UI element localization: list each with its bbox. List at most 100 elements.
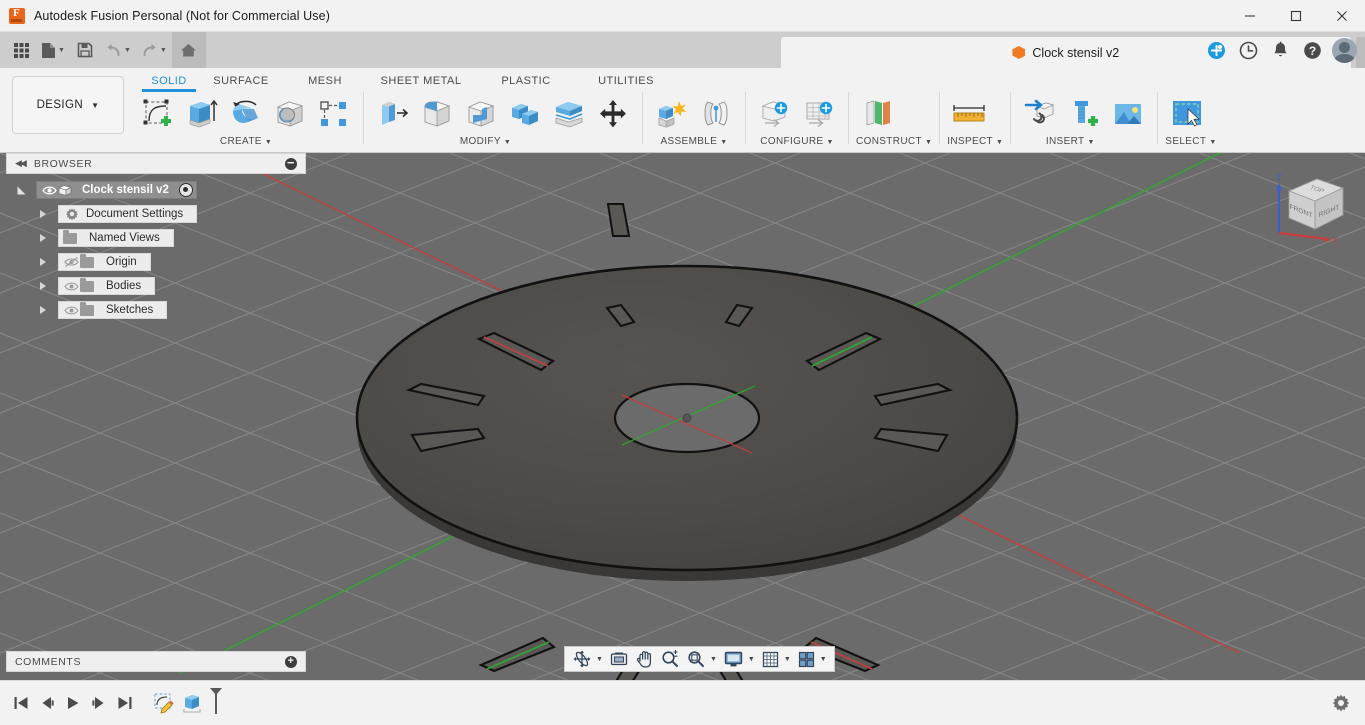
panel-construct-label[interactable]: CONSTRUCT ▼ [856,136,932,147]
insert-mcmaster-icon[interactable] [1062,92,1106,136]
visibility-eye-icon[interactable] [41,183,58,197]
orbit-icon[interactable] [569,647,595,671]
close-button[interactable] [1319,0,1365,32]
timeline-marker[interactable] [209,687,223,720]
expand-arrow-cell[interactable] [28,234,58,242]
browser-item-origin[interactable]: Origin [58,253,151,271]
grid-snaps-icon[interactable] [758,647,783,671]
expand-arrow-cell[interactable] [28,258,58,266]
panel-select-label[interactable]: SELECT ▼ [1165,136,1216,147]
display-settings-caret-icon[interactable]: ▼ [748,656,755,663]
revolve-icon[interactable] [224,92,268,136]
timeline-step-back-button[interactable] [34,688,60,718]
expand-arrow-cell[interactable] [6,185,36,196]
timeline-step-forward-button[interactable] [86,688,112,718]
zoom-icon[interactable] [657,647,683,671]
visibility-eye-icon[interactable] [63,279,80,293]
joint-icon[interactable] [694,92,738,136]
comments-panel[interactable]: COMMENTS + [6,651,306,672]
account-avatar[interactable] [1332,37,1357,63]
combine-icon[interactable] [503,92,547,136]
press-pull-icon[interactable] [371,92,415,136]
activate-component-radio[interactable] [178,183,193,197]
orbit-caret-icon[interactable]: ▼ [596,656,603,663]
create-sketch-icon[interactable] [136,92,180,136]
tab-surface[interactable]: SURFACE [198,72,284,92]
browser-item-sketches[interactable]: Sketches [58,301,168,319]
insert-derive-icon[interactable] [1018,92,1062,136]
comments-add-icon[interactable]: + [285,655,297,668]
timeline-settings-gear-icon[interactable] [1331,693,1351,713]
tab-mesh[interactable]: MESH [284,72,366,92]
move-copy-icon[interactable] [591,92,635,136]
timeline-go-end-button[interactable] [112,688,138,718]
tree-row-named-views[interactable]: Named Views [6,229,306,247]
new-component-icon[interactable] [650,92,694,136]
workspace-selector[interactable]: DESIGN ▼ [12,76,124,134]
fit-caret-icon[interactable]: ▼ [710,656,717,663]
tab-sheet-metal[interactable]: SHEET METAL [366,72,476,92]
visibility-eye-off-icon[interactable] [63,255,80,269]
panel-modify-label[interactable]: MODIFY ▼ [336,136,635,147]
panel-insert-label[interactable]: INSERT ▼ [990,136,1150,147]
expand-arrow-cell[interactable] [28,306,58,314]
timeline-sketch-feature[interactable] [150,688,178,718]
browser-item-clock-stensil-v2[interactable]: Clock stensil v2 [36,181,197,199]
undo-button[interactable]: ▼ [100,32,136,68]
new-document-tab-button[interactable]: + [1355,37,1365,68]
look-at-icon[interactable] [606,647,632,671]
timeline-play-button[interactable] [60,688,86,718]
fit-icon[interactable] [683,647,709,671]
browser-item-bodies[interactable]: Bodies [58,277,156,295]
grid-snaps-caret-icon[interactable]: ▼ [784,656,791,663]
3d-viewport[interactable]: ◀◀ BROWSER − Clock stensil v2 Document S… [0,153,1365,680]
home-button[interactable] [171,32,206,68]
tree-row-origin[interactable]: Origin [6,253,306,271]
tree-row-sketches[interactable]: Sketches [6,301,306,319]
save-button[interactable] [70,32,100,68]
measure-icon[interactable] [947,92,991,136]
panel-create-label[interactable]: CREATE ▼ [136,136,356,147]
split-face-icon[interactable] [547,92,591,136]
browser-collapse-icon[interactable]: ◀◀ [15,158,27,169]
expand-arrow-cell[interactable] [28,210,58,218]
pan-icon[interactable] [632,647,657,671]
visibility-eye-icon[interactable] [63,303,80,317]
configuration-icon[interactable] [753,92,797,136]
viewports-icon[interactable] [794,647,819,671]
tab-plastic[interactable]: PLASTIC [476,72,576,92]
tab-solid[interactable]: SOLID [140,72,198,92]
tab-utilities[interactable]: UTILITIES [576,72,676,92]
extrude-icon[interactable] [180,92,224,136]
view-cube[interactable]: Z X TOP FRONT RIGHT [1265,161,1353,249]
tree-row-bodies[interactable]: Bodies [6,277,306,295]
redo-button[interactable]: ▼ [136,32,172,68]
extension-manager-icon[interactable] [1204,38,1228,62]
display-settings-icon[interactable] [720,647,747,671]
timeline-go-start-button[interactable] [8,688,34,718]
select-icon[interactable] [1165,92,1209,136]
browser-minimize-icon[interactable]: − [285,156,297,170]
fillet-icon[interactable] [415,92,459,136]
browser-item-named-views[interactable]: Named Views [58,229,174,247]
panel-configure-label[interactable]: CONFIGURE ▼ [753,136,841,147]
viewports-caret-icon[interactable]: ▼ [820,656,827,663]
expand-arrow-cell[interactable] [28,282,58,290]
configuration-table-icon[interactable] [797,92,841,136]
minimize-button[interactable] [1227,0,1273,32]
timeline-extrude-feature[interactable] [178,688,206,718]
panel-assemble-label[interactable]: ASSEMBLE ▼ [650,136,738,147]
notifications-icon[interactable] [1268,38,1292,62]
construct-plane-icon[interactable] [856,92,900,136]
pattern-icon[interactable] [312,92,356,136]
maximize-button[interactable] [1273,0,1319,32]
tree-row-document-settings[interactable]: Document Settings [6,205,306,223]
hole-icon[interactable] [268,92,312,136]
file-menu-button[interactable]: ▼ [36,32,70,68]
canvas-icon[interactable] [1106,92,1150,136]
help-icon[interactable]: ? [1300,38,1324,62]
tree-row-root[interactable]: Clock stensil v2 [6,181,306,199]
data-panel-button[interactable] [6,32,36,68]
shell-icon[interactable] [459,92,503,136]
job-status-icon[interactable] [1236,38,1260,62]
